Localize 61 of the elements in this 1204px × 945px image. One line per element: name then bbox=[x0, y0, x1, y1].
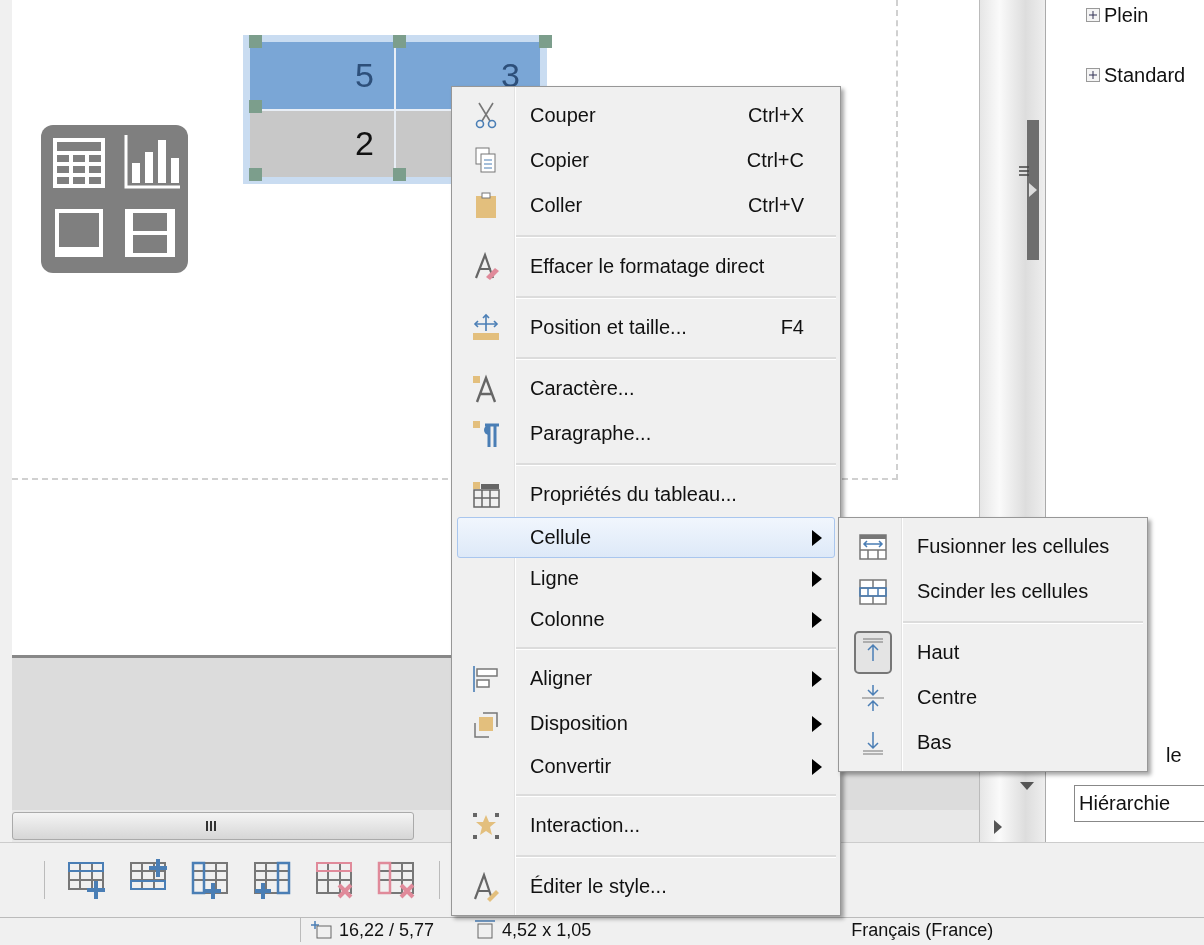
resize-handle[interactable] bbox=[539, 35, 552, 48]
sidebar-collapse-handle[interactable] bbox=[1026, 120, 1039, 260]
letter-pencil-icon bbox=[471, 871, 501, 902]
menu-item[interactable]: Haut bbox=[844, 630, 1142, 675]
resize-handle[interactable] bbox=[249, 100, 262, 113]
merge-cells-icon bbox=[858, 531, 888, 562]
grip-icon bbox=[1018, 165, 1030, 179]
menu-item[interactable]: Convertir bbox=[457, 746, 835, 787]
menu-item[interactable]: Interaction... bbox=[457, 803, 835, 848]
menu-item[interactable]: Éditer le style... bbox=[457, 864, 835, 909]
table-icon bbox=[471, 479, 501, 510]
play-icon bbox=[994, 820, 1002, 834]
menu-item[interactable]: Paragraphe... bbox=[457, 411, 835, 456]
chart-icon[interactable] bbox=[124, 135, 180, 189]
table-add-row-icon[interactable] bbox=[67, 859, 107, 901]
table-delete-column-icon[interactable] bbox=[377, 859, 417, 901]
object-size: 4,52 x 1,05 bbox=[502, 919, 592, 941]
menu-item[interactable]: Position et taille... F4 bbox=[457, 305, 835, 350]
tree-item[interactable]: Standard bbox=[1104, 63, 1186, 87]
menu-item[interactable]: Disposition bbox=[457, 701, 835, 746]
expand-icon[interactable] bbox=[1086, 68, 1100, 82]
image-icon[interactable] bbox=[55, 209, 103, 257]
scrollbar-thumb[interactable] bbox=[12, 812, 414, 840]
tree-item[interactable]: Plein bbox=[1104, 3, 1149, 27]
star-icon bbox=[471, 810, 501, 841]
language-status[interactable]: Français (France) bbox=[851, 919, 994, 941]
menu-item[interactable]: Fusionner les cellules bbox=[844, 524, 1142, 569]
dropdown-arrow-icon bbox=[1020, 782, 1034, 790]
cursor-position: 16,22 / 5,77 bbox=[339, 919, 435, 941]
align-left-icon bbox=[471, 663, 501, 694]
table-icon[interactable] bbox=[53, 138, 105, 188]
menu-item[interactable]: Propriétés du tableau... bbox=[457, 472, 835, 517]
resize-handle[interactable] bbox=[249, 35, 262, 48]
table-delete-row-icon[interactable] bbox=[315, 859, 355, 901]
move-arrows-icon bbox=[471, 312, 501, 343]
menu-item[interactable]: Caractère... bbox=[457, 366, 835, 411]
menu-item[interactable]: Coller Ctrl+V bbox=[457, 183, 835, 228]
view-dropdown[interactable]: Hiérarchie bbox=[1074, 785, 1204, 822]
menu-item[interactable]: Centre bbox=[844, 675, 1142, 720]
menu-item[interactable]: Aligner bbox=[457, 656, 835, 701]
table-cell[interactable]: 2 bbox=[250, 110, 394, 177]
play-icon bbox=[1028, 183, 1037, 197]
split-cells-icon bbox=[858, 576, 888, 607]
menu-item[interactable]: Effacer le formatage direct bbox=[457, 244, 835, 289]
position-icon bbox=[311, 920, 333, 940]
menu-item[interactable]: Ligne bbox=[457, 558, 835, 599]
menu-item[interactable]: Scinder les cellules bbox=[844, 569, 1142, 614]
resize-handle[interactable] bbox=[393, 168, 406, 181]
menu-item[interactable]: Bas bbox=[844, 720, 1142, 765]
size-icon bbox=[474, 920, 497, 940]
expand-icon[interactable] bbox=[1086, 8, 1100, 22]
menu-item[interactable]: Copier Ctrl+C bbox=[457, 138, 835, 183]
menu-item[interactable]: Colonne bbox=[457, 599, 835, 640]
pilcrow-icon bbox=[471, 418, 501, 449]
film-icon[interactable] bbox=[125, 209, 175, 257]
resize-handle[interactable] bbox=[393, 35, 406, 48]
resize-handle[interactable] bbox=[249, 168, 262, 181]
table-add-column-icon[interactable] bbox=[191, 859, 231, 901]
menu-item[interactable]: Cellule bbox=[457, 517, 835, 558]
panel-label: le bbox=[1166, 744, 1183, 767]
table-add-column-icon[interactable] bbox=[253, 859, 293, 901]
